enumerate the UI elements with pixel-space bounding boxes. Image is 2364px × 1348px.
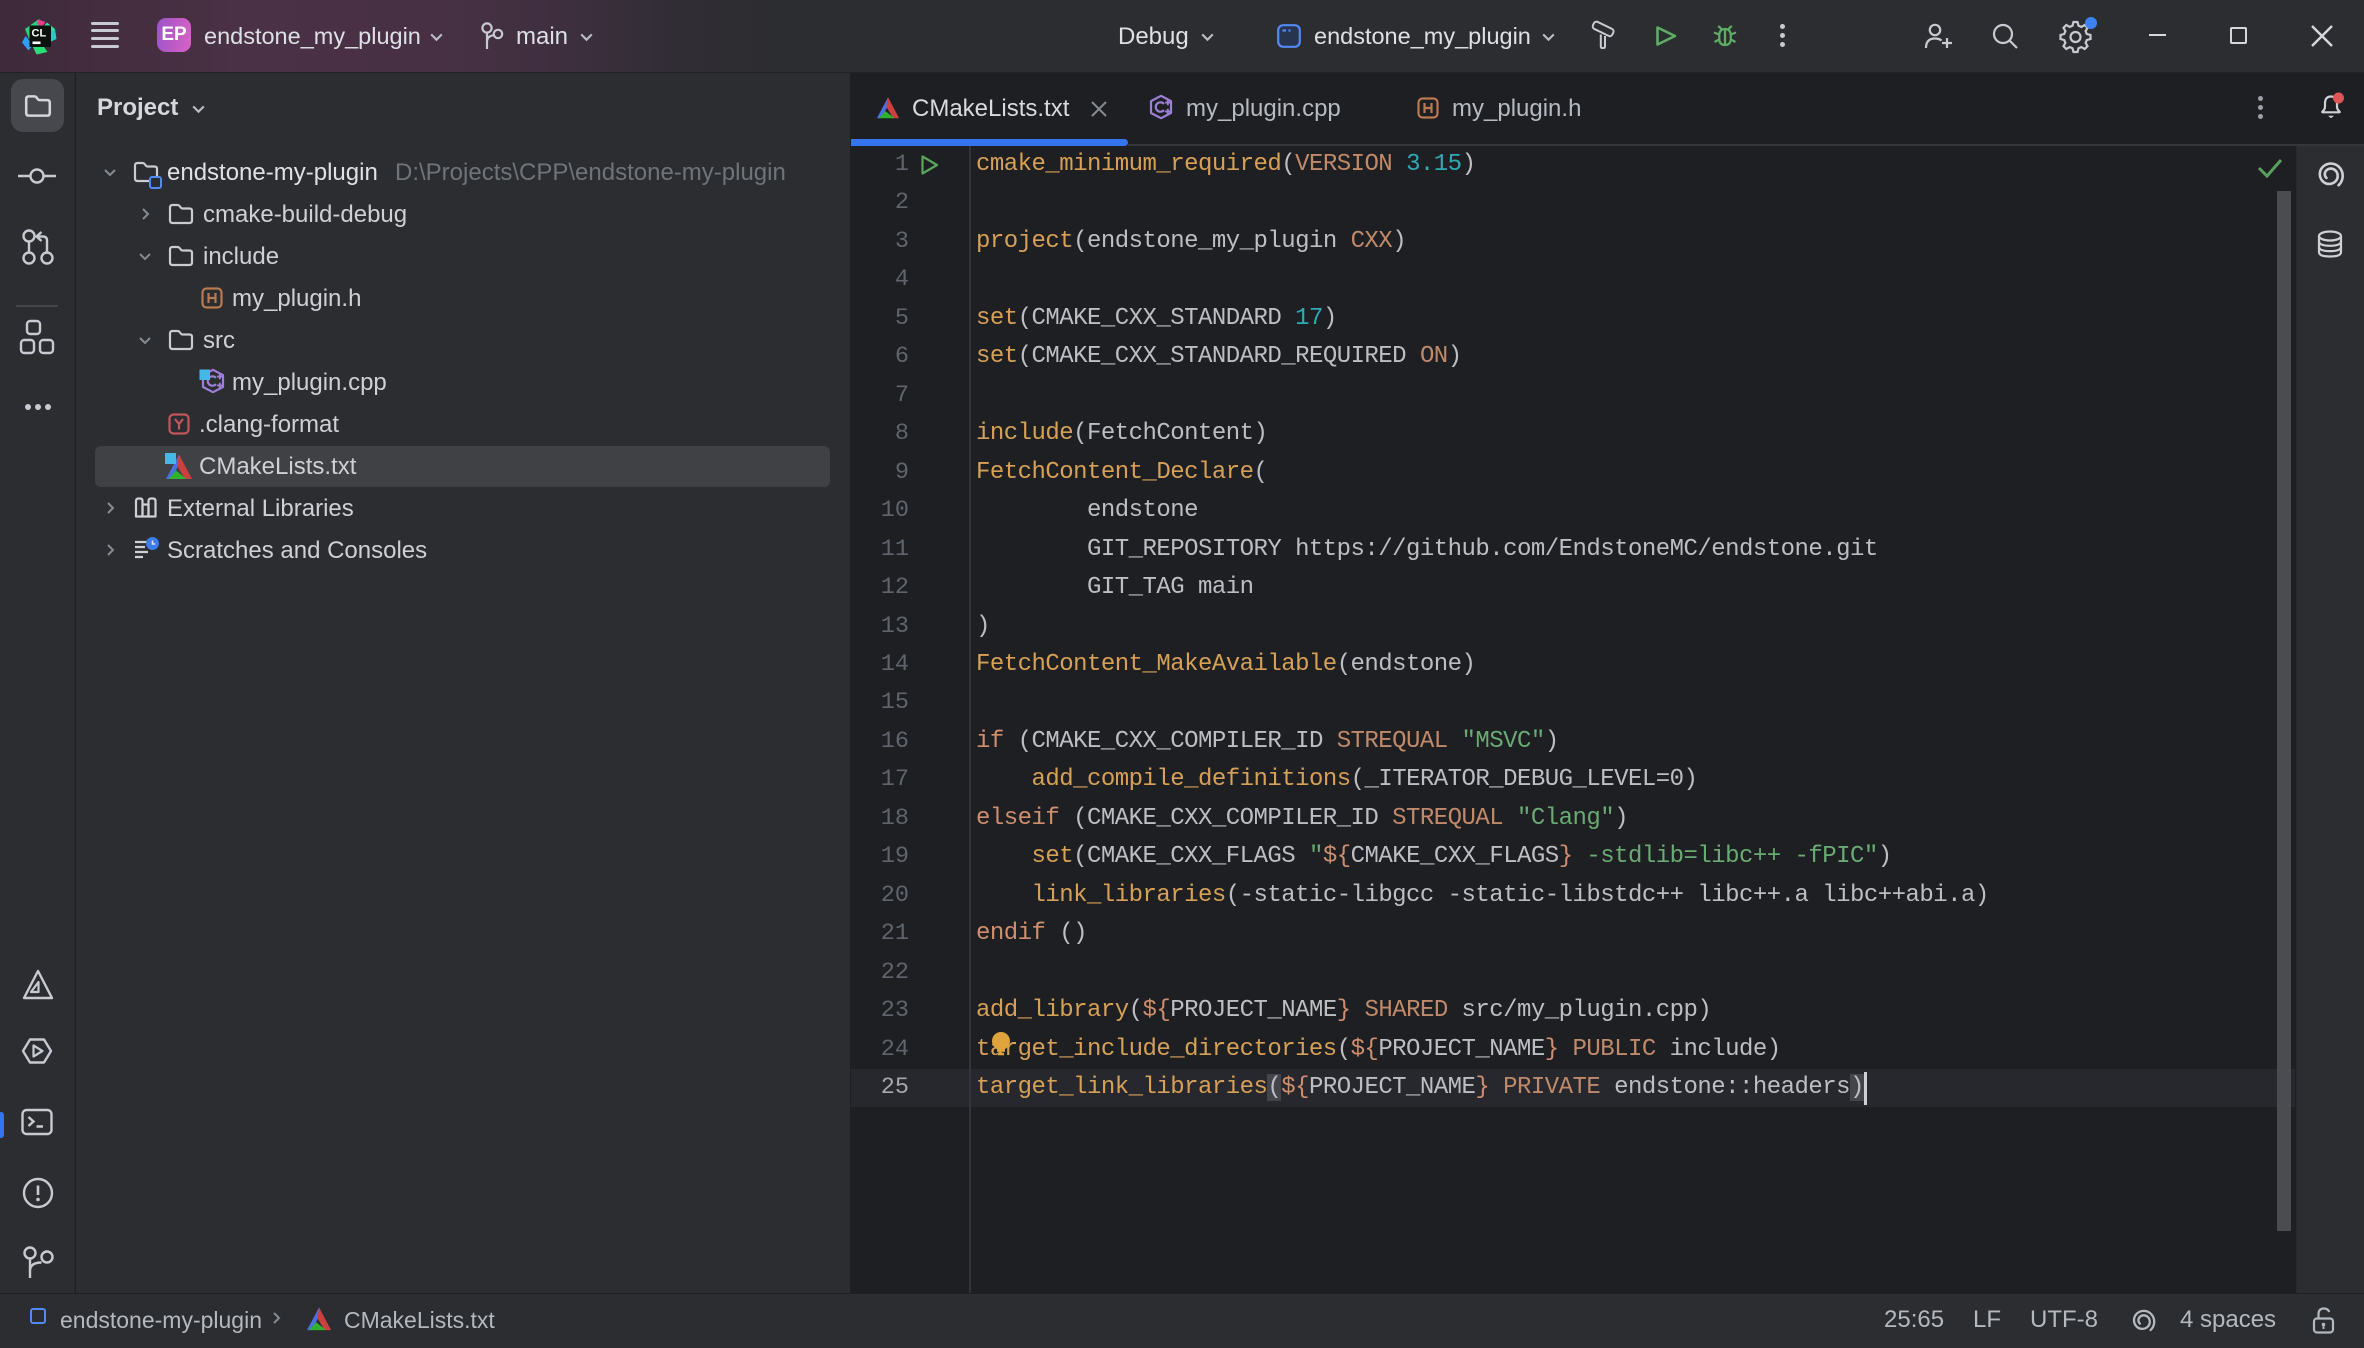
- svg-text:CL: CL: [32, 28, 47, 40]
